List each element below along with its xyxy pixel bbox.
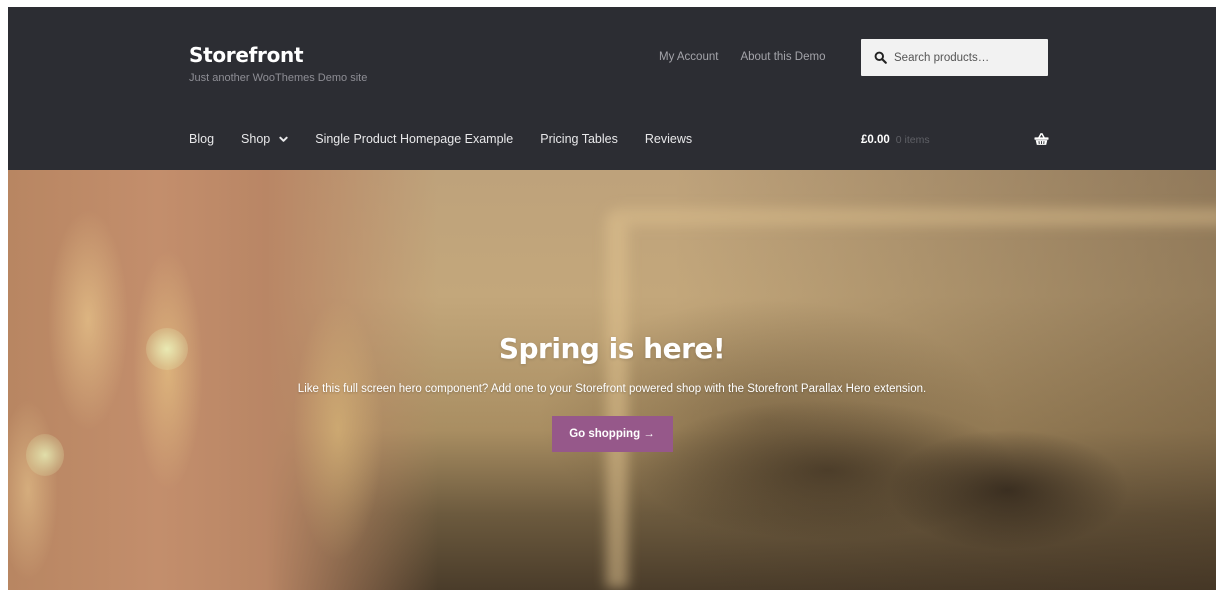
cart-amount: £0.00 [861,134,890,146]
search-icon [874,51,887,64]
hero-description: Like this full screen hero component? Ad… [297,383,927,395]
nav-item-shop-label: Shop [241,132,271,146]
nav-item-blog[interactable]: Blog [189,131,214,147]
hero-banner: Spring is here! Like this full screen he… [8,170,1216,590]
nav-item-shop[interactable]: Shop [241,131,288,147]
site-branding: Storefront Just another WooThemes Demo s… [189,42,367,85]
my-account-link[interactable]: My Account [659,49,718,65]
nav-item-pricing-tables[interactable]: Pricing Tables [540,131,618,147]
about-demo-link[interactable]: About this Demo [740,49,825,65]
nav-item-single-product-homepage[interactable]: Single Product Homepage Example [315,131,513,147]
cart-link[interactable]: £0.00 0 items [861,131,1049,149]
chevron-down-icon[interactable] [279,135,288,144]
go-shopping-button[interactable]: Go shopping → [551,416,673,452]
site-title[interactable]: Storefront [189,42,367,68]
basket-icon[interactable] [1034,132,1049,146]
hero-content: Spring is here! Like this full screen he… [8,330,1216,452]
site-tagline: Just another WooThemes Demo site [189,72,368,84]
search-box[interactable] [861,39,1048,76]
nav-item-reviews[interactable]: Reviews [645,131,692,147]
search-input[interactable] [894,51,1044,64]
primary-navigation: Blog Shop Single Product Homepage Exampl… [189,131,719,147]
site-header: Storefront Just another WooThemes Demo s… [8,7,1216,170]
secondary-navigation: My Account About this Demo [659,49,825,65]
page: Storefront Just another WooThemes Demo s… [8,7,1216,590]
cart-item-count: 0 items [895,134,930,146]
hero-heading: Spring is here! [498,332,726,365]
